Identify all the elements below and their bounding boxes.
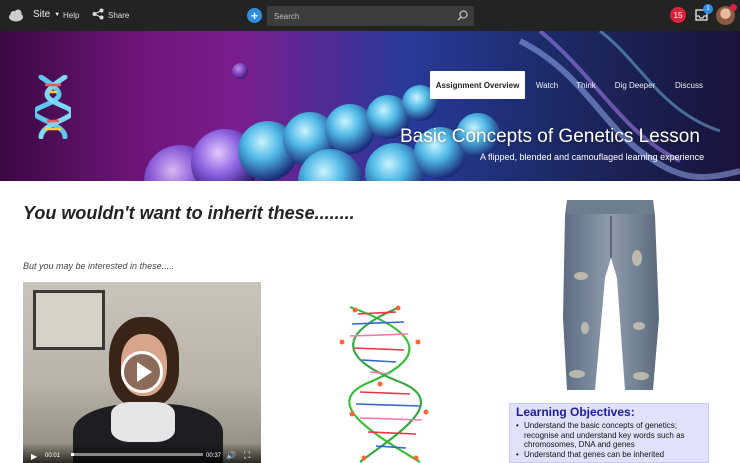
site-label: Site bbox=[33, 9, 51, 20]
tab-think[interactable]: Think bbox=[572, 71, 600, 99]
worn-jeans-image bbox=[563, 200, 659, 390]
search-icon[interactable] bbox=[457, 10, 468, 23]
video-controls: ▶ 00:01 00:37 🔊 ⛶ bbox=[23, 443, 261, 463]
share-icon bbox=[92, 8, 104, 22]
page-heading: You wouldn't want to inherit these......… bbox=[23, 203, 355, 223]
dna-logo-icon bbox=[35, 75, 71, 139]
learning-objectives-list: Understand the basic concepts of genetic… bbox=[515, 421, 705, 459]
tab-assignment-overview[interactable]: Assignment Overview bbox=[430, 71, 525, 99]
seek-bar[interactable] bbox=[71, 453, 203, 456]
play-small-icon[interactable]: ▶ bbox=[31, 452, 37, 461]
seek-progress bbox=[71, 453, 74, 456]
tab-dig-deeper[interactable]: Dig Deeper bbox=[612, 71, 658, 99]
help-link[interactable]: Help bbox=[63, 11, 79, 20]
duration: 00:37 bbox=[206, 453, 222, 459]
fullscreen-icon[interactable]: ⛶ bbox=[244, 450, 250, 461]
tab-watch[interactable]: Watch bbox=[530, 71, 564, 99]
cloud-logo-icon[interactable] bbox=[8, 8, 24, 22]
search-placeholder: Search bbox=[274, 11, 300, 21]
lesson-banner: Assignment Overview Watch Think Dig Deep… bbox=[0, 31, 740, 181]
presenter-scarf bbox=[111, 402, 175, 442]
top-navigation-bar: Site ▼ Help Share + Search 15 1 bbox=[0, 0, 740, 31]
tab-discuss[interactable]: Discuss bbox=[670, 71, 708, 99]
page-subheading: But you may be interested in these..... bbox=[23, 261, 175, 271]
video-player[interactable]: ▶ 00:01 00:37 🔊 ⛶ bbox=[23, 282, 261, 463]
apps-grid-icon[interactable] bbox=[651, 9, 663, 21]
avatar-status-dot bbox=[730, 4, 737, 11]
inbox-badge: 1 bbox=[703, 4, 713, 14]
background-picture-frame bbox=[33, 290, 105, 350]
search-input[interactable]: Search bbox=[267, 6, 474, 26]
learning-objectives-title: Learning Objectives: bbox=[516, 405, 635, 419]
share-label: Share bbox=[108, 10, 130, 20]
plus-icon[interactable]: + bbox=[247, 8, 262, 23]
learning-objectives-box: Learning Objectives: Understand the basi… bbox=[509, 403, 709, 463]
share-button[interactable]: Share bbox=[92, 8, 129, 22]
chevron-down-icon: ▼ bbox=[54, 11, 61, 18]
site-menu[interactable]: Site ▼ bbox=[33, 9, 60, 20]
list-item: Understand that genes can be inherited bbox=[515, 450, 705, 460]
list-item: Understand the basic concepts of genetic… bbox=[515, 421, 705, 450]
current-time: 00:01 bbox=[45, 453, 61, 459]
dna-molecule-image bbox=[339, 305, 429, 463]
banner-title: Basic Concepts of Genetics Lesson bbox=[400, 126, 700, 147]
play-icon bbox=[136, 362, 152, 382]
banner-subtitle: A flipped, blended and camouflaged learn… bbox=[480, 152, 705, 162]
volume-icon[interactable]: 🔊 bbox=[226, 451, 236, 460]
notification-badge[interactable]: 15 bbox=[670, 7, 686, 23]
play-button[interactable] bbox=[121, 351, 163, 393]
